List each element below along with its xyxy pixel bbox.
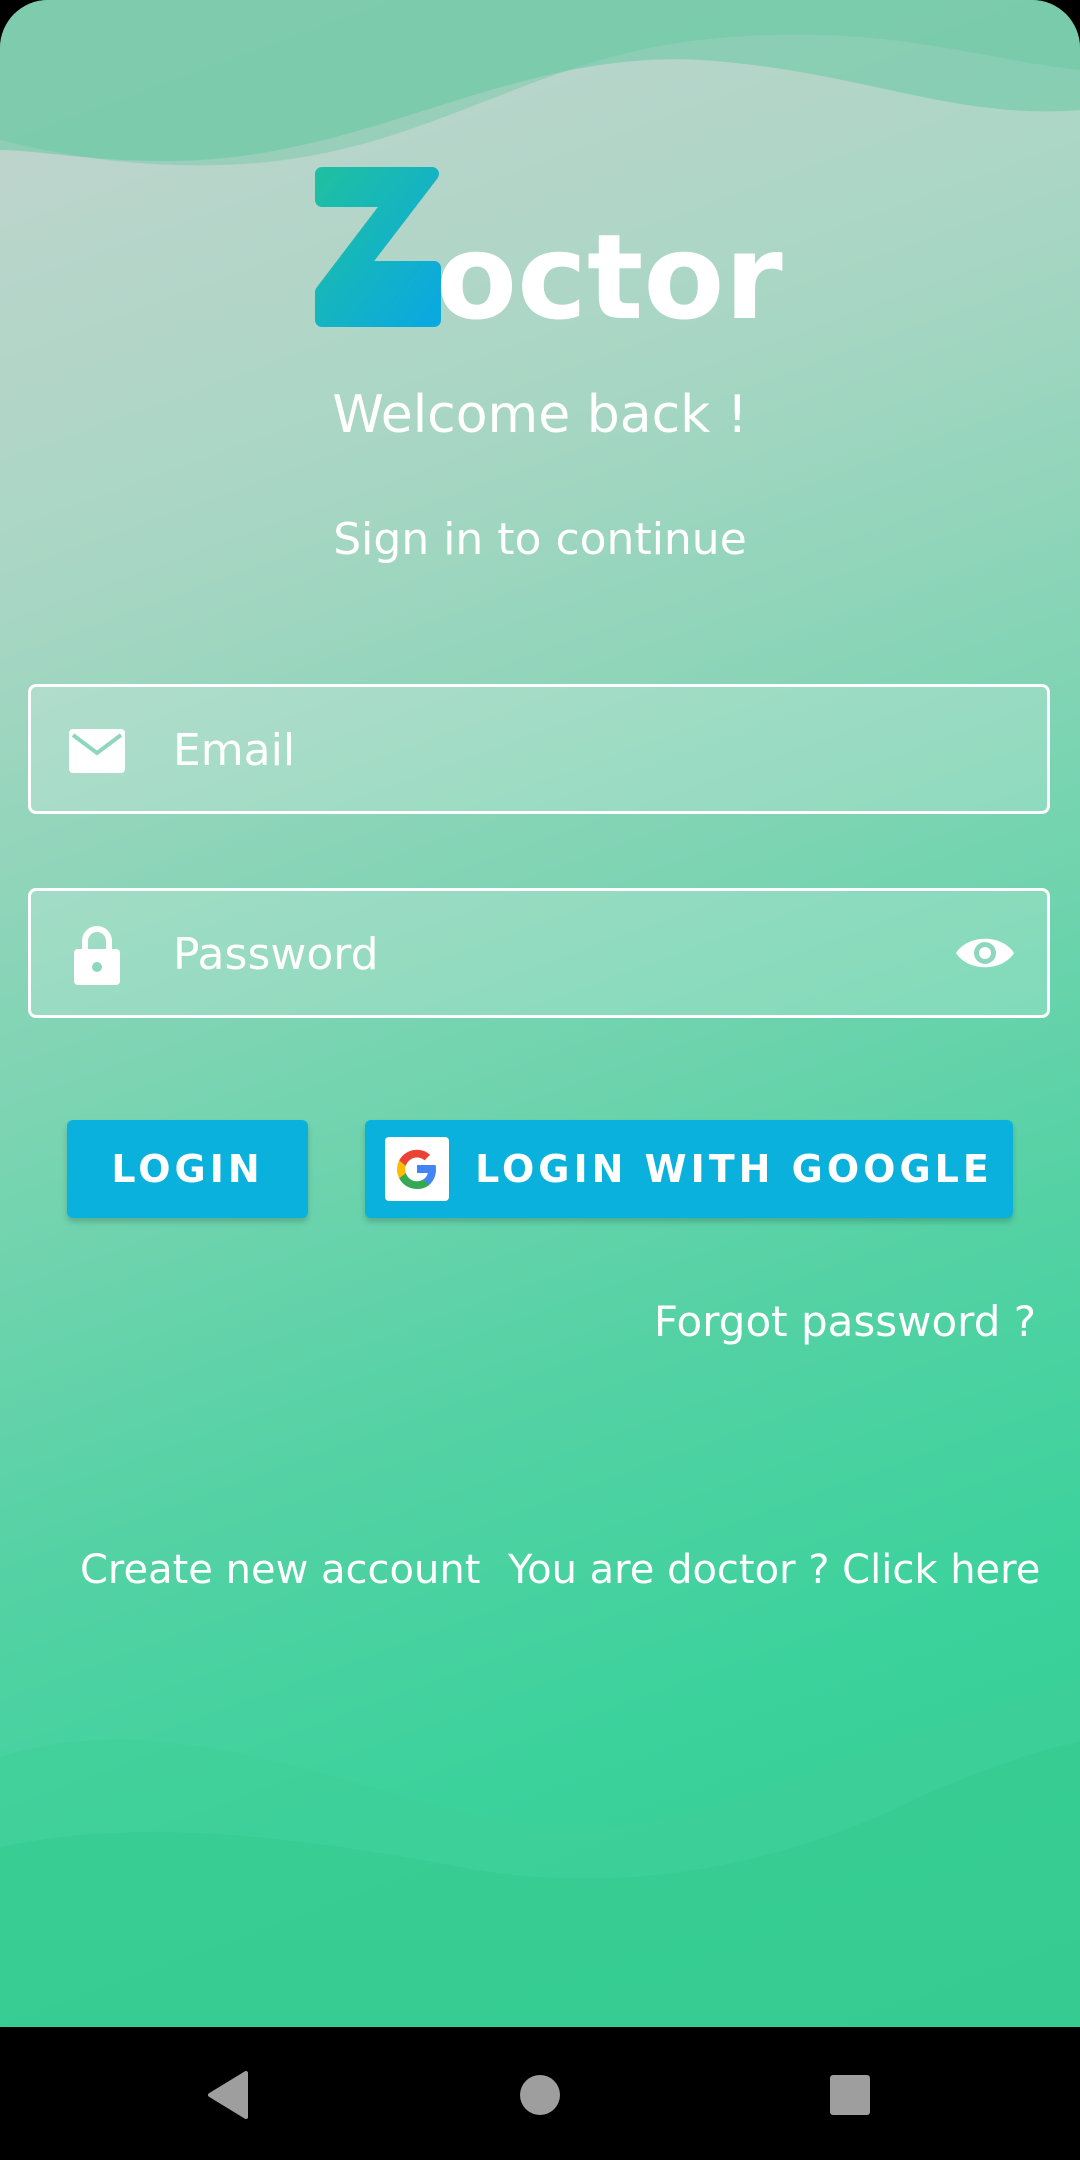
eye-icon[interactable] <box>953 921 1017 985</box>
circle-home-icon[interactable] <box>510 2065 570 2125</box>
forgot-password-link[interactable]: Forgot password ? <box>654 1297 1036 1346</box>
google-g-icon <box>385 1137 450 1201</box>
triangle-back-icon[interactable] <box>198 2065 258 2125</box>
create-account-link[interactable]: Create new account <box>80 1547 480 1593</box>
square-recent-icon[interactable] <box>820 2065 880 2125</box>
system-nav-bar <box>0 2027 1080 2160</box>
password-input[interactable] <box>171 891 935 1017</box>
zoctor-logo: octor <box>315 167 783 340</box>
lock-icon <box>67 925 127 985</box>
email-field[interactable] <box>28 684 1050 814</box>
logo-letter-z <box>315 167 441 327</box>
login-button[interactable]: LOGIN <box>67 1120 308 1218</box>
email-input[interactable] <box>171 687 935 813</box>
sign-in-subtitle: Sign in to continue <box>333 514 747 565</box>
envelope-icon <box>67 721 127 781</box>
logo-word: octor <box>436 208 783 340</box>
welcome-heading: Welcome back ! <box>332 385 748 445</box>
bottom-wave-decoration <box>0 1682 1080 2027</box>
google-button-label: LOGIN WITH GOOGLE <box>475 1147 993 1191</box>
doctor-login-link[interactable]: You are doctor ? Click here <box>508 1547 1040 1593</box>
password-field[interactable] <box>28 888 1050 1018</box>
login-with-google-button[interactable]: LOGIN WITH GOOGLE <box>365 1120 1013 1218</box>
login-screen: octor Welcome back ! Sign in to continue <box>0 0 1080 2027</box>
